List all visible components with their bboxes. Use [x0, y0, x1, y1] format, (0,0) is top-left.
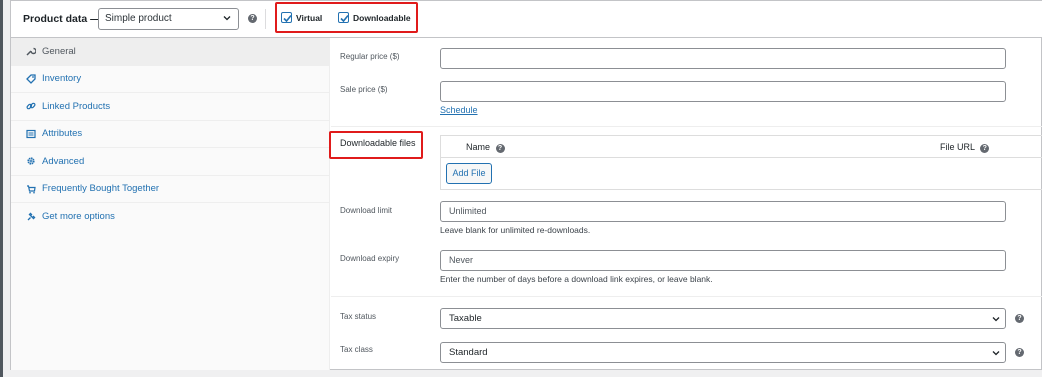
help-icon[interactable]: ?	[495, 144, 505, 153]
download-expiry-label: Download expiry	[340, 254, 400, 263]
tax-class-value: Standard	[449, 347, 488, 358]
chevron-down-icon	[992, 351, 1000, 356]
product-data-title: Product data —	[23, 13, 101, 25]
highlight-box-product-options	[275, 2, 418, 33]
admin-sidebar-edge	[0, 0, 3, 377]
gear-icon	[25, 155, 37, 167]
schedule-link[interactable]: Schedule	[440, 105, 478, 115]
product-data-header: Product data — Simple product ? Virtual …	[11, 1, 1042, 38]
tab-label: Frequently Bought Together	[42, 183, 160, 195]
regular-price-label: Regular price ($)	[340, 52, 400, 61]
help-icon[interactable]: ?	[248, 14, 257, 23]
help-icon[interactable]: ?	[1015, 348, 1024, 357]
help-icon[interactable]: ?	[980, 144, 990, 153]
tab-frequently-bought-together[interactable]: Frequently Bought Together	[11, 176, 329, 203]
tab-label: Inventory	[42, 73, 82, 85]
tag-icon	[25, 73, 37, 85]
download-limit-hint: Leave blank for unlimited re-downloads.	[440, 225, 591, 235]
download-limit-input[interactable]: Unlimited	[440, 201, 1006, 222]
header-divider	[265, 9, 266, 29]
chevron-down-icon	[223, 16, 231, 21]
list-icon	[25, 128, 37, 140]
tab-label: Attributes	[42, 128, 83, 140]
tax-status-label: Tax status	[340, 312, 377, 321]
product-data-tabs: General Inventory Linked Products Attrib…	[11, 38, 330, 370]
tab-label: Advanced	[42, 155, 85, 167]
link-icon	[25, 100, 37, 112]
chevron-down-icon	[992, 317, 1000, 322]
tab-label: General	[42, 45, 76, 57]
column-file-url: File URL ?	[940, 142, 990, 153]
product-type-select[interactable]: Simple product	[98, 8, 239, 30]
sale-price-input[interactable]	[440, 81, 1006, 102]
sale-price-label: Sale price ($)	[340, 85, 388, 94]
tab-inventory[interactable]: Inventory	[11, 66, 329, 93]
tab-advanced[interactable]: Advanced	[11, 148, 329, 176]
highlight-box-downloadable-files	[329, 131, 423, 159]
product-type-value: Simple product	[105, 13, 172, 24]
tab-label: Linked Products	[42, 100, 111, 112]
tax-status-select[interactable]: Taxable	[440, 308, 1006, 329]
tab-attributes[interactable]: Attributes	[11, 121, 329, 148]
product-data-panel: Product data — Simple product ? Virtual …	[10, 0, 1042, 370]
download-expiry-input[interactable]: Never	[440, 250, 1006, 271]
section-divider	[331, 296, 1042, 297]
download-expiry-hint: Enter the number of days before a downlo…	[440, 274, 713, 284]
tax-class-label: Tax class	[340, 345, 373, 354]
add-file-button[interactable]: Add File	[446, 163, 492, 184]
column-name: Name ?	[466, 142, 505, 153]
downloadable-files-table: Name ? File URL ? Add File	[440, 135, 1042, 190]
section-divider	[331, 126, 1042, 127]
tax-status-value: Taxable	[449, 313, 482, 324]
wrench-icon	[25, 45, 37, 57]
downloadable-files-header: Name ? File URL ?	[441, 136, 1042, 158]
regular-price-input[interactable]	[440, 48, 1006, 69]
tab-get-more-options[interactable]: Get more options	[11, 203, 329, 231]
tab-label: Get more options	[42, 211, 115, 223]
tax-class-select[interactable]: Standard	[440, 342, 1006, 363]
general-options-panel: Regular price ($) Sale price ($) Schedul…	[329, 38, 1042, 370]
tab-linked-products[interactable]: Linked Products	[11, 93, 329, 121]
tab-general[interactable]: General	[11, 38, 329, 66]
help-icon[interactable]: ?	[1015, 314, 1024, 323]
download-limit-label: Download limit	[340, 206, 393, 215]
cart-icon	[25, 183, 37, 195]
plugin-icon	[25, 211, 37, 223]
